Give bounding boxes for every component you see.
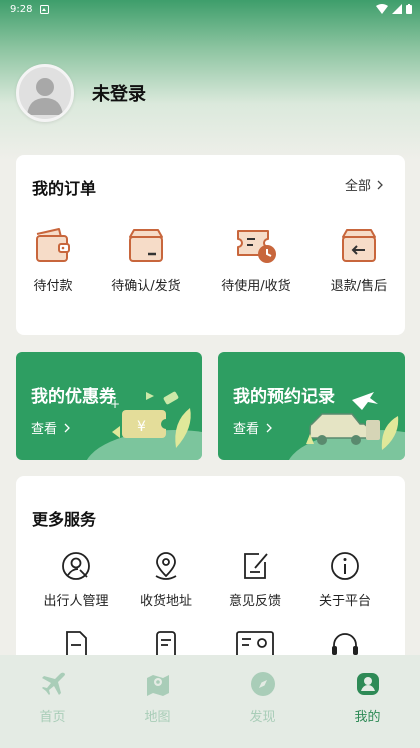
bottom-tab-bar: 首页 地图 发现 我的 <box>0 655 420 748</box>
notification-icon <box>40 4 50 14</box>
service-label: 意见反馈 <box>228 594 281 609</box>
tab-label: 发现 <box>249 710 276 725</box>
order-item-label: 待付款 <box>33 279 73 294</box>
feedback-icon <box>244 553 268 579</box>
chevron-right-icon <box>377 180 383 189</box>
tab-map[interactable]: 地图 <box>105 655 210 748</box>
tab-mine[interactable]: 我的 <box>315 655 420 748</box>
map-icon <box>146 675 169 696</box>
order-pending-use[interactable]: 待使用/收货 <box>206 225 306 294</box>
status-bar: 9:28 <box>0 0 420 18</box>
location-icon <box>155 552 177 580</box>
service-label: 出行人管理 <box>43 594 109 609</box>
orders-card: 我的订单 全部 待付款 待确认/发货 待使用/收货 退款/售后 <box>16 155 405 335</box>
order-item-label: 待确认/发货 <box>111 279 181 294</box>
order-item-label: 退款/售后 <box>330 279 388 294</box>
booking-view-link[interactable]: 查看 <box>233 418 272 437</box>
info-icon <box>331 552 359 580</box>
tab-label: 首页 <box>39 710 66 725</box>
all-orders-link[interactable]: 全部 <box>345 175 383 194</box>
login-status-text[interactable]: 未登录 <box>92 80 146 106</box>
svg-text:+: + <box>110 397 120 411</box>
user-icon <box>356 673 379 695</box>
svg-text:¥: ¥ <box>137 419 146 435</box>
wallet-icon <box>36 228 70 262</box>
orders-title: 我的订单 <box>32 179 97 198</box>
service-label: 关于平台 <box>318 594 371 609</box>
coupon-card[interactable]: 我的优惠券 查看 ¥ + <box>16 352 202 460</box>
tab-discover[interactable]: 发现 <box>210 655 315 748</box>
status-time: 9:28 <box>10 3 33 15</box>
travel-illustration-icon <box>306 392 399 450</box>
return-box-icon <box>342 229 376 262</box>
order-pending-payment[interactable]: 待付款 <box>3 225 103 294</box>
order-item-label: 待使用/收货 <box>221 279 291 294</box>
services-title: 更多服务 <box>32 510 97 529</box>
tab-label: 我的 <box>354 710 381 725</box>
order-refund[interactable]: 退款/售后 <box>309 225 409 294</box>
booking-view-label: 查看 <box>233 422 260 437</box>
all-orders-label: 全部 <box>344 179 371 194</box>
service-feedback[interactable]: 意见反馈 <box>210 550 300 609</box>
service-shipping-address[interactable]: 收货地址 <box>121 550 211 609</box>
booking-record-card[interactable]: 我的预约记录 查看 <box>218 352 405 460</box>
ticket-clock-icon <box>237 230 276 263</box>
coupon-view-link[interactable]: 查看 <box>31 418 70 437</box>
chevron-right-icon <box>266 423 272 432</box>
compass-icon <box>250 672 275 696</box>
order-pending-shipment[interactable]: 待确认/发货 <box>96 225 196 294</box>
traveler-icon <box>62 552 90 580</box>
chevron-right-icon <box>64 423 70 432</box>
tab-home[interactable]: 首页 <box>0 655 105 748</box>
plane-icon <box>41 672 65 695</box>
battery-icon <box>406 4 412 14</box>
service-label: 收货地址 <box>139 594 192 609</box>
coupon-illustration-icon: ¥ + <box>110 391 191 448</box>
box-icon <box>129 229 163 262</box>
avatar[interactable] <box>16 64 74 122</box>
service-about-platform[interactable]: 关于平台 <box>300 550 390 609</box>
tab-label: 地图 <box>144 710 171 725</box>
coupon-view-label: 查看 <box>31 422 58 437</box>
profile-header[interactable]: 未登录 <box>16 64 146 122</box>
services-card: 更多服务 出行人管理 收货地址 意见反馈 关于平台 <box>16 476 405 676</box>
wifi-icon <box>376 4 388 14</box>
signal-icon <box>392 4 402 14</box>
default-avatar-icon <box>27 78 63 115</box>
service-traveler-management[interactable]: 出行人管理 <box>31 550 121 609</box>
